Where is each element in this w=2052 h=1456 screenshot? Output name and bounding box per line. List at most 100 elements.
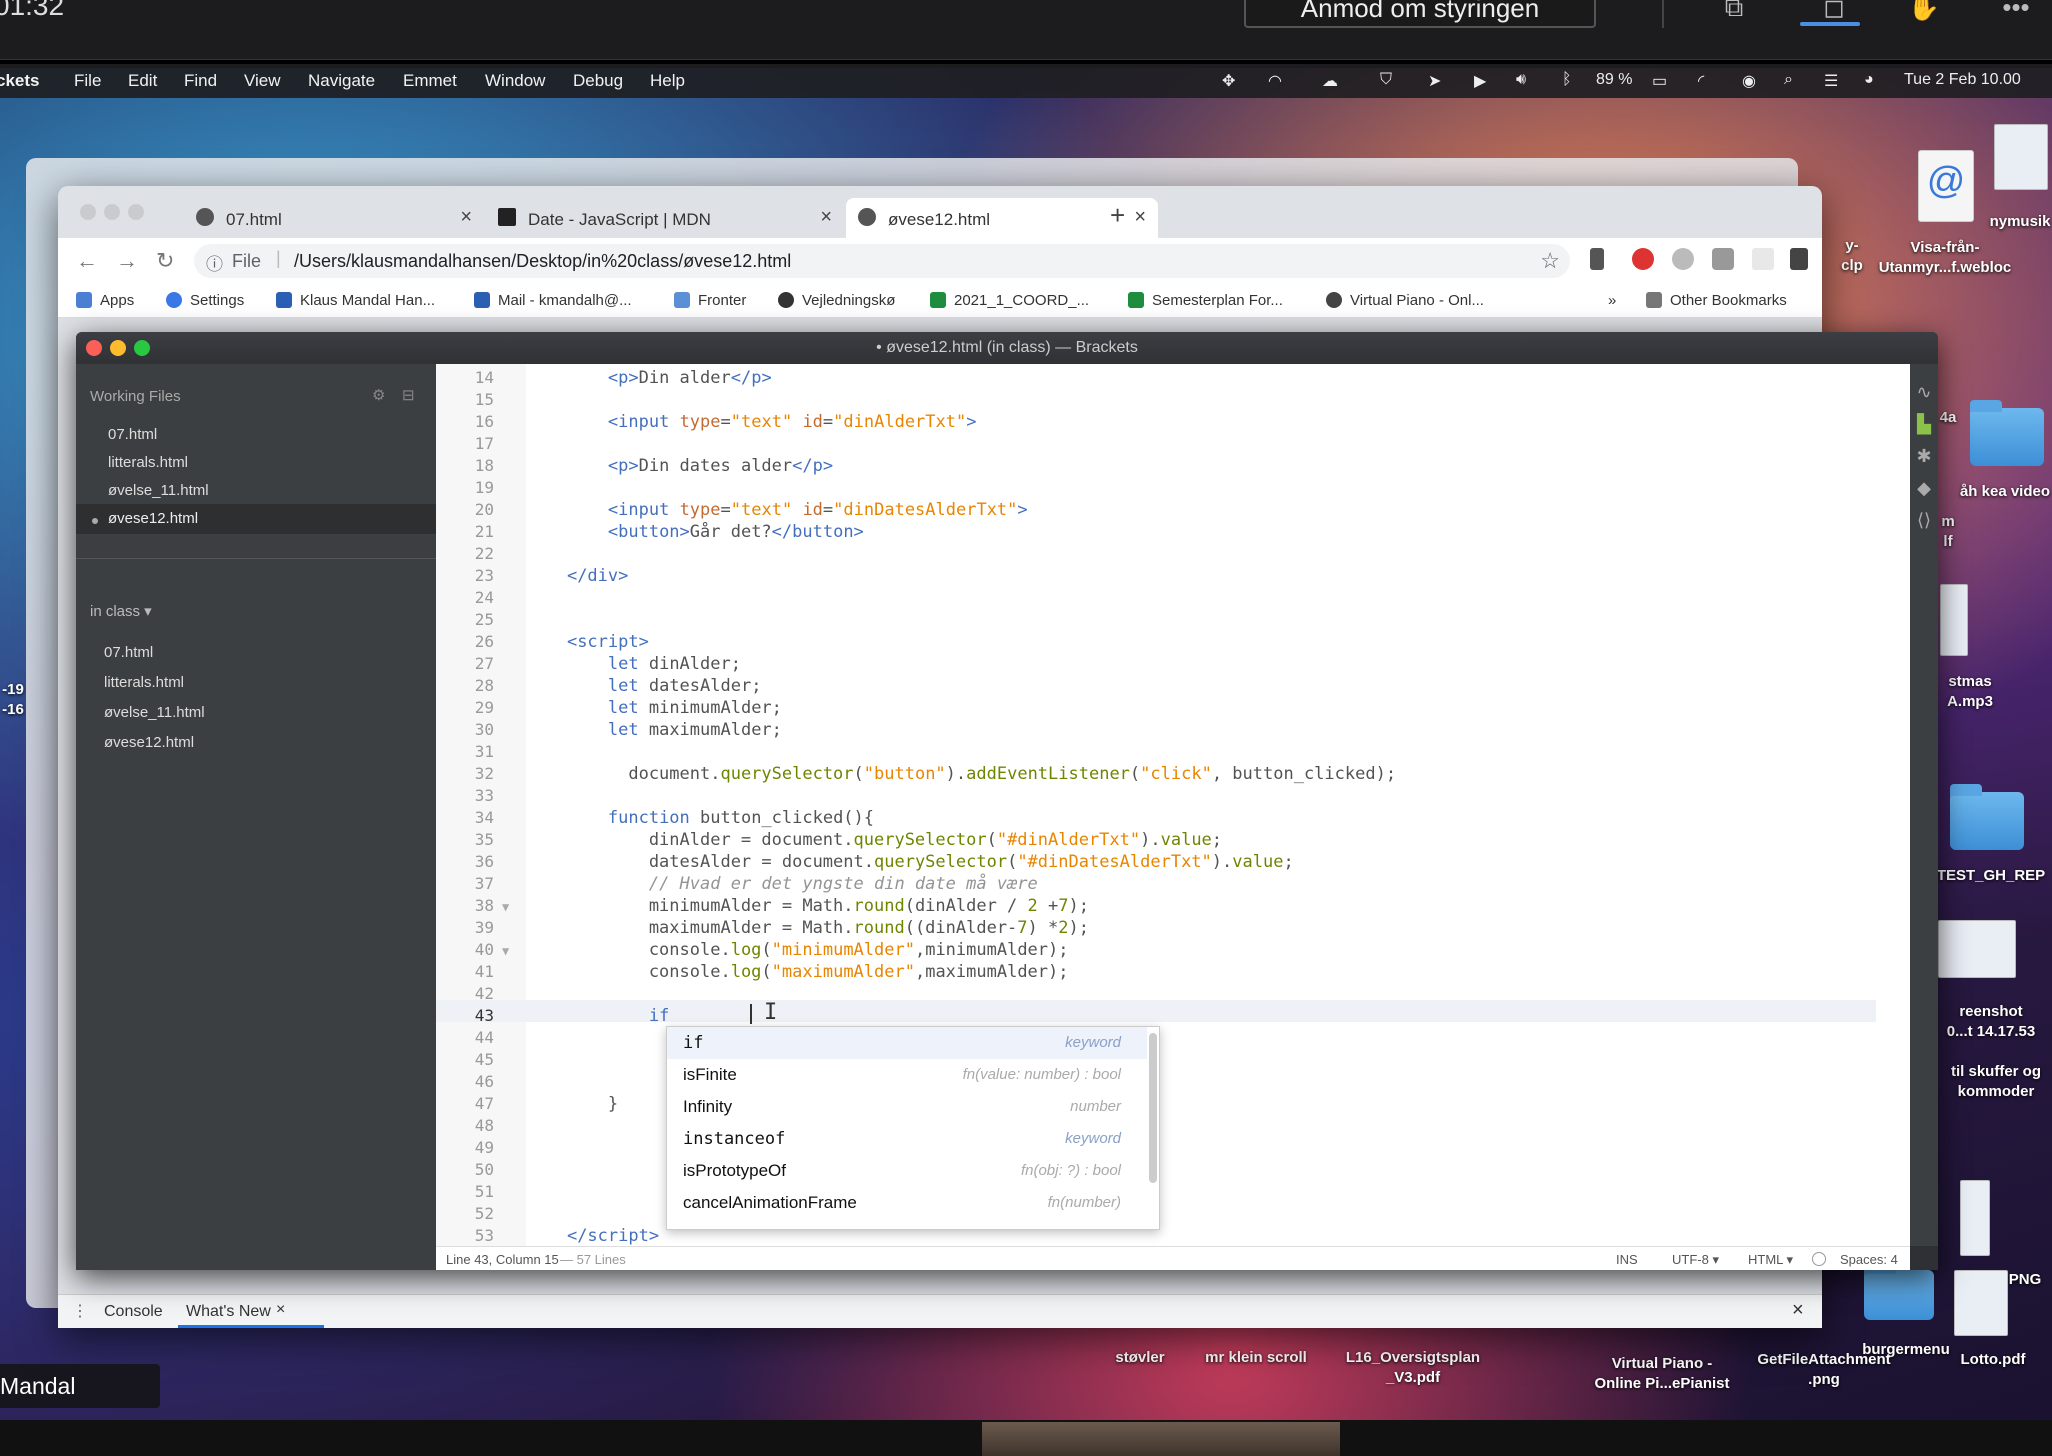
wand-icon[interactable]: ✱ — [1914, 446, 1934, 466]
extension-manager-icon[interactable]: ▙ — [1914, 414, 1934, 434]
play-icon[interactable]: ▶ — [1474, 71, 1486, 91]
chat-icon[interactable]: ◻ — [1814, 0, 1854, 22]
project-file[interactable]: 07.html — [104, 644, 153, 661]
menu-debug[interactable]: Debug — [573, 71, 623, 91]
new-tab-button[interactable]: + — [1110, 200, 1125, 231]
reactions-icon[interactable]: ✋ — [1904, 0, 1944, 22]
hint-item[interactable]: if keyword — [667, 1027, 1147, 1059]
app-menu[interactable]: ckets — [0, 71, 39, 91]
cloud-icon[interactable]: ☁ — [1322, 71, 1338, 91]
zoom-window-button[interactable] — [128, 204, 144, 220]
control-center-icon[interactable]: ☰ — [1824, 71, 1838, 91]
live-preview-icon[interactable]: ∿ — [1914, 382, 1934, 402]
desktop-label-nymusik[interactable]: nymusik — [1980, 212, 2052, 232]
close-window-button[interactable] — [86, 340, 102, 356]
bookmark-virtual-piano[interactable]: Virtual Piano - Onl... — [1326, 292, 1484, 309]
adblock-icon[interactable] — [1632, 248, 1654, 270]
bookmark-semesterplan[interactable]: Semesterplan For... — [1128, 292, 1283, 309]
url-text[interactable]: /Users/klausmandalhansen/Desktop/in%20cl… — [294, 251, 791, 272]
camera-icon[interactable] — [1712, 248, 1734, 270]
tab-console[interactable]: Console — [104, 1303, 163, 1321]
spotlight-search-icon[interactable]: ⌕ — [1784, 71, 1793, 89]
address-bar[interactable]: ⓘ File | /Users/klausmandalhansen/Deskto… — [194, 244, 1570, 278]
menu-view[interactable]: View — [244, 71, 281, 91]
bookmark-apps[interactable]: Apps — [76, 292, 134, 309]
desktop-label-m-lf[interactable]: m lf — [1938, 512, 1958, 552]
desktop-label-l16[interactable]: L16_Oversigtsplan _V3.pdf — [1330, 1348, 1496, 1388]
tab-07-html[interactable]: 07.html × — [184, 198, 484, 238]
clock[interactable]: Tue 2 Feb 10.00 — [1904, 71, 2021, 89]
folder-icon[interactable] — [1970, 400, 2044, 466]
close-window-button[interactable] — [80, 204, 96, 220]
folder-icon[interactable] — [1864, 1262, 1934, 1320]
request-remote-control-button[interactable]: Anmod om styringen — [1244, 0, 1596, 28]
desktop-label-edge-b[interactable]: -16 — [0, 700, 26, 720]
share-screen-icon[interactable]: ⧉ — [1714, 0, 1754, 22]
bookmark-mail[interactable]: Mail - kmandalh@... — [474, 292, 632, 309]
folder-icon[interactable] — [1950, 784, 2024, 850]
forward-icon[interactable]: → — [116, 248, 138, 274]
working-file[interactable]: øvelse_11.html — [108, 482, 209, 499]
split-view-icon[interactable]: ⊟ — [402, 386, 415, 404]
desktop-label-mr-klein[interactable]: mr klein scroll — [1196, 1348, 1316, 1368]
desktop-label-getfile[interactable]: GetFileAttachment .png — [1742, 1350, 1906, 1390]
git-icon[interactable]: ◆ — [1914, 478, 1934, 498]
desktop-label-stmas[interactable]: stmas A.mp3 — [1930, 672, 2010, 712]
close-tab-icon[interactable]: × — [1134, 206, 1146, 229]
dropbox-icon[interactable]: ✥ — [1222, 71, 1235, 91]
menu-find[interactable]: Find — [184, 71, 217, 91]
project-dropdown[interactable]: in class ▾ — [90, 602, 152, 620]
desktop-label-lotto[interactable]: Lotto.pdf — [1946, 1350, 2040, 1370]
zoom-window-button[interactable] — [134, 340, 150, 356]
working-file[interactable]: 07.html — [108, 426, 157, 443]
drawer-menu-icon[interactable]: ⋮ — [72, 1301, 88, 1321]
desktop-label-test-gh[interactable]: TEST_GH_REP — [1936, 866, 2046, 886]
bookmark-fronter[interactable]: Fronter — [674, 292, 746, 309]
bookmark-klaus[interactable]: Klaus Mandal Han... — [276, 292, 435, 309]
fold-arrow-icon[interactable]: ▼ — [502, 944, 509, 958]
close-tab-icon[interactable]: × — [820, 206, 832, 229]
extension-icon[interactable] — [1672, 248, 1694, 270]
close-tab-icon[interactable]: × — [460, 206, 472, 229]
insert-mode-toggle[interactable]: INS — [1616, 1252, 1638, 1267]
hint-item[interactable]: isFinite fn(value: number) : bool — [667, 1059, 1147, 1091]
bookmark-coord[interactable]: 2021_1_COORD_... — [930, 292, 1089, 309]
project-file[interactable]: litterals.html — [104, 674, 184, 691]
desktop-label-edge-a[interactable]: -19 — [0, 680, 26, 700]
menu-emmet[interactable]: Emmet — [403, 71, 457, 91]
volume-icon[interactable]: 🔊︎ — [1516, 71, 1526, 89]
minimize-window-button[interactable] — [104, 204, 120, 220]
puzzle-icon[interactable] — [1790, 248, 1808, 270]
hint-scrollbar[interactable] — [1149, 1033, 1157, 1183]
close-drawer-icon[interactable]: × — [1792, 1299, 1804, 1322]
info-icon[interactable]: ⓘ — [206, 250, 223, 275]
nymusik-thumbnail[interactable] — [1994, 124, 2048, 190]
bluetooth-icon[interactable]: ᛒ — [1562, 71, 1572, 89]
desktop-label-ah-kea[interactable]: åh kea video — [1950, 482, 2052, 502]
encoding-select[interactable]: UTF-8 ▾ — [1672, 1252, 1719, 1268]
code-icon[interactable]: ⟨⟩ — [1914, 510, 1934, 530]
siri-icon[interactable]: ◕ — [1864, 71, 1874, 89]
hint-item[interactable]: Infinity number — [667, 1091, 1147, 1123]
mp3-file-icon[interactable] — [1940, 584, 1968, 656]
wifi-icon[interactable]: ◜ — [1698, 71, 1704, 91]
bookmark-star-icon[interactable]: ☆ — [1540, 248, 1560, 274]
linter-status-icon[interactable] — [1812, 1252, 1826, 1266]
bookmark-settings[interactable]: Settings — [166, 292, 244, 309]
eye-icon[interactable]: ◠ — [1268, 71, 1282, 91]
project-file[interactable]: øvelse_11.html — [104, 704, 205, 721]
desktop-label-clp[interactable]: y- clp — [1832, 236, 1872, 276]
desktop-label-skuffer[interactable]: til skuffer og kommoder — [1940, 1062, 2052, 1102]
extension-icon[interactable] — [1590, 248, 1604, 270]
menu-navigate[interactable]: Navigate — [308, 71, 375, 91]
indent-setting[interactable]: Spaces: 4 — [1840, 1252, 1898, 1267]
menu-window[interactable]: Window — [485, 71, 545, 91]
menu-file[interactable]: File — [74, 71, 101, 91]
bookmark-vejledning[interactable]: Vejledningskø — [778, 292, 895, 309]
pdf-file-icon[interactable] — [1954, 1270, 2008, 1336]
desktop-label-4a[interactable]: 4a — [1938, 408, 1958, 428]
tab-mdn-date[interactable]: Date - JavaScript | MDN × — [486, 198, 844, 238]
arrow-icon[interactable]: ➤ — [1428, 71, 1441, 91]
back-icon[interactable]: ← — [76, 248, 98, 274]
tab-whats-new[interactable]: What's New — [186, 1303, 271, 1321]
